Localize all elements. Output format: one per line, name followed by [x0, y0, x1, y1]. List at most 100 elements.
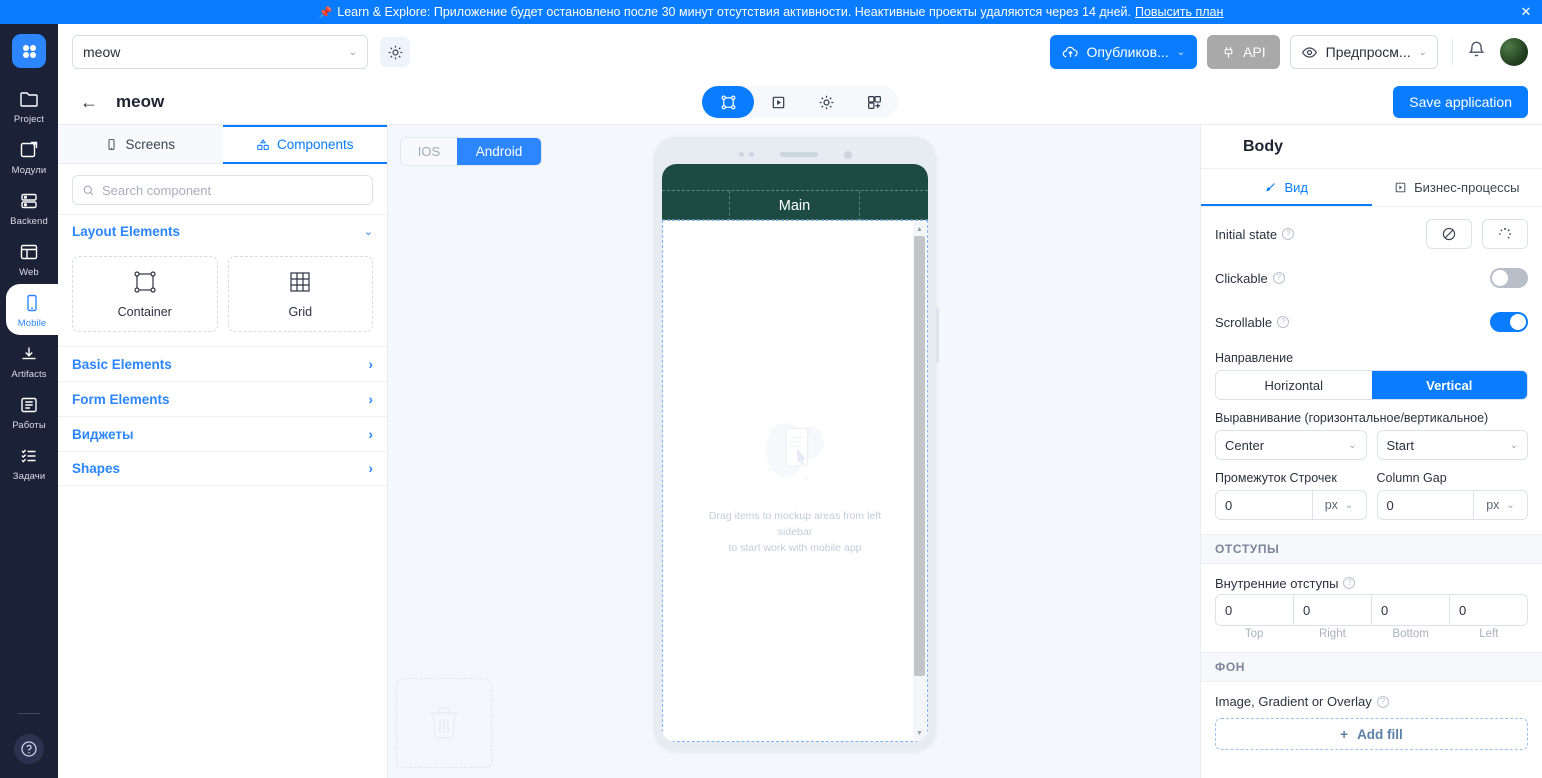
row-gap-input[interactable]: [1216, 491, 1312, 519]
padding-left-input[interactable]: [1450, 595, 1527, 625]
help-button[interactable]: [14, 734, 44, 764]
sidebar-item-project[interactable]: Project: [0, 80, 58, 131]
brush-icon: [1266, 183, 1276, 192]
column-gap-unit[interactable]: px ⌄: [1473, 491, 1527, 519]
scroll-down-arrow-icon[interactable]: ▼: [913, 726, 926, 740]
alignment-vertical-select[interactable]: Start ⌄: [1376, 430, 1528, 460]
section-label: Виджеты: [72, 426, 134, 442]
announcement-banner: 📌 Learn & Explore: Приложение будет оста…: [0, 0, 1542, 24]
project-settings-button[interactable]: [380, 37, 410, 67]
inner-paddings-label: Внутренние отступы ?: [1215, 576, 1356, 591]
bell-icon[interactable]: [1467, 40, 1486, 64]
scrollable-toggle[interactable]: [1490, 312, 1528, 332]
section-widgets[interactable]: Виджеты ›: [58, 416, 387, 451]
api-label: API: [1243, 44, 1266, 60]
component-container[interactable]: Container: [72, 256, 218, 332]
section-label: Shapes: [72, 461, 121, 476]
gap-labels-row: Промежуток Строчек Column Gap: [1201, 460, 1542, 485]
camera-dots-icon: [738, 152, 754, 157]
upgrade-plan-link[interactable]: Повысить план: [1135, 5, 1223, 19]
sidebar-item-works[interactable]: Работы: [0, 386, 58, 437]
fill-label-row: Image, Gradient or Overlay ?: [1201, 682, 1542, 712]
sidebar-item-mobile[interactable]: Mobile: [6, 284, 58, 335]
sidebar-item-artifacts[interactable]: Artifacts: [0, 335, 58, 386]
help-icon[interactable]: ?: [1272, 272, 1285, 284]
state-disabled-button[interactable]: [1426, 219, 1472, 249]
integrations-tool-button[interactable]: [850, 86, 898, 118]
tab-view[interactable]: Вид: [1201, 169, 1372, 206]
sidebar-item-modules[interactable]: Модули: [0, 131, 58, 182]
camera-icon: [843, 150, 852, 159]
preview-button[interactable]: Предпросм... ⌄: [1289, 35, 1438, 69]
project-selector[interactable]: meow ⌄: [72, 35, 368, 69]
scrollbar-thumb[interactable]: [914, 236, 925, 676]
section-form-elements[interactable]: Form Elements ›: [58, 381, 387, 416]
vertical-scrollbar[interactable]: ▲ ▼: [913, 222, 926, 740]
column-gap-input[interactable]: [1377, 491, 1473, 519]
chevron-right-icon: ›: [368, 426, 374, 442]
section-shapes[interactable]: Shapes ›: [58, 451, 387, 486]
app-bar-left-slot[interactable]: [662, 190, 730, 221]
state-loading-button[interactable]: [1482, 219, 1528, 249]
avatar[interactable]: [1500, 38, 1528, 66]
platform-android[interactable]: Android: [457, 138, 541, 165]
section-label: Basic Elements: [72, 356, 172, 372]
search-input[interactable]: [102, 182, 363, 198]
padding-top-input[interactable]: [1216, 595, 1293, 625]
chevron-down-icon: ⌄: [1176, 46, 1186, 58]
column-gap-field[interactable]: px ⌄: [1376, 490, 1528, 520]
direction-vertical[interactable]: Vertical: [1371, 371, 1527, 399]
back-arrow-icon[interactable]: ←: [80, 92, 98, 113]
platform-ios[interactable]: IOS: [401, 138, 457, 165]
list-icon: [17, 393, 41, 417]
help-icon[interactable]: ?: [1277, 316, 1290, 328]
project-name: meow: [83, 44, 121, 60]
publish-button[interactable]: Опубликов... ⌄: [1049, 35, 1198, 69]
padding-right-input[interactable]: [1294, 595, 1371, 625]
help-icon[interactable]: ?: [1282, 228, 1295, 240]
save-application-button[interactable]: Save application: [1393, 86, 1528, 118]
section-basic-elements[interactable]: Basic Elements ›: [58, 346, 387, 381]
app-bar-right-slot[interactable]: [860, 191, 928, 221]
close-icon[interactable]: ✕: [1518, 4, 1534, 20]
settings-tool-button[interactable]: [802, 86, 850, 118]
body-drop-area[interactable]: Drag items to mockup areas from left sid…: [662, 220, 928, 742]
background-group-header: ФОН: [1201, 652, 1542, 682]
properties-title: Body: [1201, 125, 1542, 169]
play-tool-button[interactable]: [754, 86, 802, 118]
search-component-box[interactable]: [72, 175, 373, 205]
help-icon[interactable]: ?: [1376, 695, 1389, 708]
tab-components[interactable]: Components: [222, 125, 387, 164]
sidebar-item-backend[interactable]: Backend: [0, 182, 58, 233]
alignment-horizontal-select[interactable]: Center ⌄: [1215, 430, 1367, 460]
add-fill-button[interactable]: + Add fill: [1215, 718, 1528, 750]
initial-state-row: Initial state ?: [1201, 215, 1542, 253]
tab-screens[interactable]: Screens: [58, 125, 223, 164]
primary-nav-rail: Project Модули Backend Web Mobile Artifa…: [0, 24, 58, 778]
api-button[interactable]: API: [1207, 35, 1280, 69]
phone-icon: [20, 291, 44, 315]
phone-side-button: [936, 307, 939, 363]
padding-bottom-input[interactable]: [1372, 595, 1449, 625]
sidebar-item-web[interactable]: Web: [0, 233, 58, 284]
editor-mode-toolbar: [702, 86, 898, 118]
sidebar-item-label: Модули: [11, 165, 47, 176]
component-grid[interactable]: Grid: [227, 256, 373, 332]
sidebar-item-tasks[interactable]: Задачи: [0, 437, 58, 488]
container-icon: [134, 271, 156, 293]
trash-drop-zone[interactable]: [396, 678, 492, 768]
direction-horizontal[interactable]: Horizontal: [1216, 371, 1372, 399]
app-bar-row: Main: [662, 190, 928, 221]
section-layout-elements[interactable]: Layout Elements ⌄: [58, 214, 387, 248]
design-tool-button[interactable]: [702, 86, 754, 118]
help-icon[interactable]: ?: [1343, 577, 1356, 589]
row-gap-field[interactable]: px ⌄: [1215, 490, 1367, 520]
tab-business-processes[interactable]: Бизнес-процессы: [1372, 169, 1542, 206]
app-logo[interactable]: [0, 34, 58, 68]
row-gap-unit[interactable]: px ⌄: [1311, 491, 1366, 519]
clickable-toggle[interactable]: [1490, 268, 1528, 288]
section-label: Layout Elements: [72, 224, 181, 239]
gap-inputs-row: px ⌄ px ⌄: [1201, 485, 1542, 520]
app-bar[interactable]: Main: [662, 164, 928, 221]
scroll-up-arrow-icon[interactable]: ▲: [913, 222, 926, 236]
